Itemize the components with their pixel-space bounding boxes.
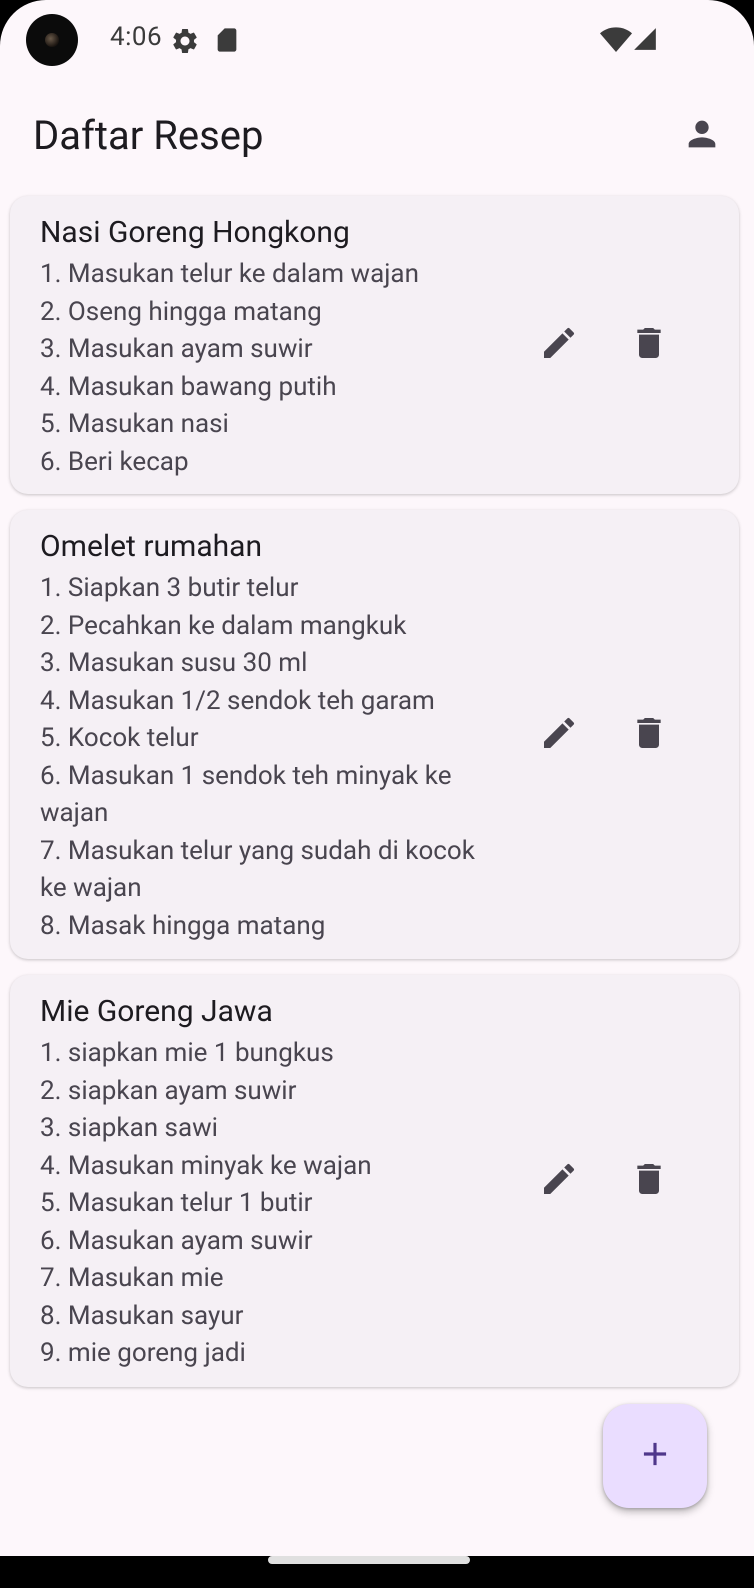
delete-button[interactable] xyxy=(629,715,669,755)
home-gesture-handle[interactable] xyxy=(268,1556,470,1564)
recipe-steps: 1. Masukan telur ke dalam wajan 2. Oseng… xyxy=(40,259,419,477)
status-time: 4:06 xyxy=(110,22,163,52)
status-bar: 4:06 xyxy=(0,0,754,82)
app-bar: Daftar Resep xyxy=(0,82,754,190)
recipe-steps: 1. Siapkan 3 butir telur 2. Pecahkan ke … xyxy=(40,573,475,941)
wifi-icon xyxy=(600,26,632,58)
recipe-card[interactable]: Nasi Goreng Hongkong 1. Masukan telur ke… xyxy=(10,196,739,494)
card-actions xyxy=(539,196,669,494)
pencil-icon xyxy=(539,323,579,367)
edit-button[interactable] xyxy=(539,715,579,755)
front-camera xyxy=(26,14,78,66)
pencil-icon xyxy=(539,713,579,757)
cellular-signal-icon xyxy=(632,26,658,56)
trash-icon xyxy=(629,1159,669,1203)
account-button[interactable] xyxy=(680,114,724,158)
edit-button[interactable] xyxy=(539,325,579,365)
recipe-list: Nasi Goreng Hongkong 1. Masukan telur ke… xyxy=(10,196,739,1403)
recipe-card[interactable]: Mie Goreng Jawa 1. siapkan mie 1 bungkus… xyxy=(10,975,739,1387)
recipe-steps: 1. siapkan mie 1 bungkus 2. siapkan ayam… xyxy=(40,1038,372,1368)
person-icon xyxy=(682,114,722,158)
trash-icon xyxy=(629,713,669,757)
card-actions xyxy=(539,510,669,959)
edit-button[interactable] xyxy=(539,1161,579,1201)
recipe-card[interactable]: Omelet rumahan 1. Siapkan 3 butir telur … xyxy=(10,510,739,959)
plus-icon xyxy=(636,1435,674,1477)
delete-button[interactable] xyxy=(629,325,669,365)
pencil-icon xyxy=(539,1159,579,1203)
delete-button[interactable] xyxy=(629,1161,669,1201)
app-screen: 4:06 Daftar Resep Nasi Goreng Hongkong 1… xyxy=(0,0,754,1556)
card-actions xyxy=(539,975,669,1387)
settings-icon xyxy=(170,26,200,60)
sd-card-icon xyxy=(213,26,241,58)
trash-icon xyxy=(629,323,669,367)
add-recipe-button[interactable] xyxy=(603,1404,707,1508)
page-title: Daftar Resep xyxy=(33,112,264,159)
